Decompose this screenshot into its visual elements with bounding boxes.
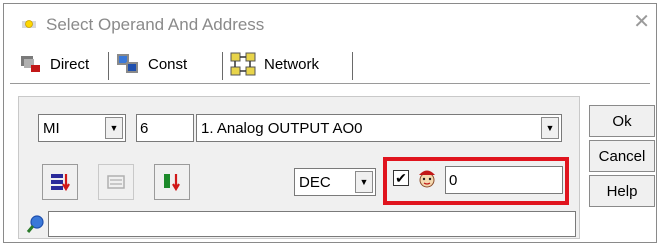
insert-below-icon bbox=[164, 174, 180, 192]
tab-const[interactable]: Const bbox=[116, 46, 187, 82]
chevron-down-icon[interactable]: ▼ bbox=[355, 171, 373, 193]
insert-below-button[interactable] bbox=[154, 164, 190, 200]
expression-input[interactable] bbox=[48, 211, 576, 237]
app-icon bbox=[22, 20, 36, 28]
operand-description-value: 1. Analog OUTPUT AO0 bbox=[201, 119, 363, 137]
tab-separator bbox=[108, 52, 109, 80]
operand-type-value: MI bbox=[43, 119, 60, 137]
address-input[interactable]: 6 bbox=[136, 114, 194, 142]
insert-button[interactable] bbox=[42, 164, 78, 200]
tab-network[interactable]: Network bbox=[230, 46, 319, 82]
insert-icon bbox=[51, 174, 70, 192]
format-select[interactable]: DEC ▼ bbox=[294, 168, 376, 196]
search-icon bbox=[26, 215, 44, 233]
address-value: 6 bbox=[140, 119, 149, 137]
chevron-down-icon[interactable]: ▼ bbox=[541, 117, 559, 139]
tab-direct[interactable]: Direct bbox=[20, 46, 89, 82]
tab-separator bbox=[352, 52, 353, 80]
tab-const-label: Const bbox=[148, 55, 188, 73]
close-icon[interactable]: ✕ bbox=[633, 12, 650, 32]
indirect-value-input[interactable]: 0 bbox=[445, 166, 563, 194]
operand-type-select[interactable]: MI ▼ bbox=[38, 114, 126, 142]
title-bar: Select Operand And Address ✕ bbox=[4, 4, 656, 44]
cancel-button[interactable]: Cancel bbox=[589, 140, 655, 172]
indirect-value: 0 bbox=[449, 171, 458, 189]
tab-underline bbox=[10, 83, 650, 84]
ok-button[interactable]: Ok bbox=[589, 105, 655, 137]
window-title: Select Operand And Address bbox=[46, 15, 265, 34]
indirect-checkbox[interactable]: ✔ bbox=[393, 170, 409, 186]
indirect-face-icon bbox=[419, 170, 435, 188]
tab-separator bbox=[222, 52, 223, 80]
const-tab-icon bbox=[117, 54, 138, 73]
operand-description-select[interactable]: 1. Analog OUTPUT AO0 ▼ bbox=[196, 114, 562, 142]
tab-network-label: Network bbox=[264, 55, 320, 73]
direct-tab-icon bbox=[21, 56, 40, 72]
clear-button[interactable] bbox=[98, 164, 134, 200]
select-operand-dialog: Select Operand And Address ✕ Direct Cons… bbox=[3, 3, 657, 243]
network-tab-icon bbox=[230, 52, 256, 76]
clear-icon bbox=[107, 175, 125, 189]
help-button[interactable]: Help bbox=[589, 175, 655, 207]
format-value: DEC bbox=[299, 173, 331, 191]
tab-direct-label: Direct bbox=[50, 55, 90, 73]
chevron-down-icon[interactable]: ▼ bbox=[105, 117, 123, 139]
tab-strip: Direct Const Network bbox=[10, 46, 650, 84]
